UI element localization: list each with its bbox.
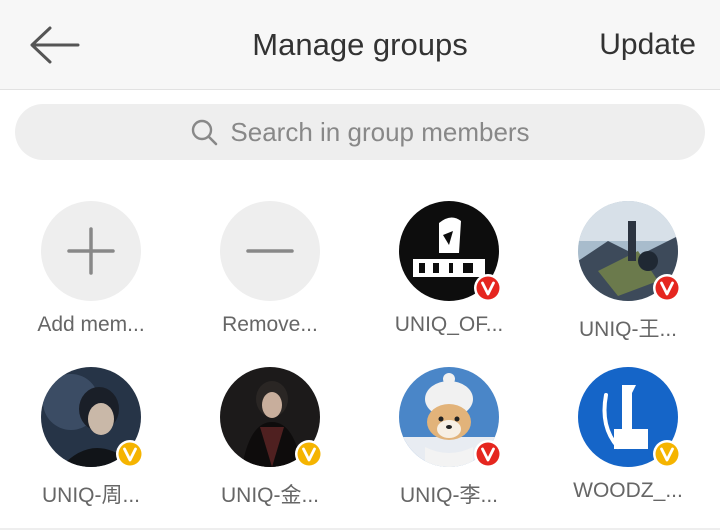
member-item[interactable]: UNIQ-李... <box>364 367 534 517</box>
member-name: UNIQ-王... <box>579 318 677 341</box>
verified-badge-icon <box>653 440 681 468</box>
add-member-button[interactable]: Add mem... <box>6 201 176 351</box>
verified-badge-icon <box>116 440 144 468</box>
verified-badge-icon <box>474 440 502 468</box>
member-grid: Add mem... Remove... UNIQ_OF... UNIQ-王..… <box>0 0 720 530</box>
add-circle <box>41 201 141 301</box>
minus-icon <box>246 249 294 253</box>
member-name: UNIQ-周... <box>42 484 140 507</box>
remove-circle <box>220 201 320 301</box>
remove-member-label: Remove... <box>222 313 318 336</box>
add-member-label: Add mem... <box>37 313 145 336</box>
member-item[interactable]: UNIQ-金... <box>185 367 355 517</box>
verified-badge-icon <box>474 274 502 302</box>
verified-badge-icon <box>295 440 323 468</box>
member-item[interactable]: WOODZ_... <box>543 367 713 517</box>
plus-icon <box>67 227 115 275</box>
member-item[interactable]: UNIQ-王... <box>543 201 713 351</box>
member-name: UNIQ-李... <box>400 484 498 507</box>
member-name: UNIQ_OF... <box>394 313 504 336</box>
verified-badge-icon <box>653 274 681 302</box>
member-name: UNIQ-金... <box>221 484 319 507</box>
remove-member-button[interactable]: Remove... <box>185 201 355 351</box>
member-name: WOODZ_... <box>573 479 683 502</box>
member-item[interactable]: UNIQ-周... <box>6 367 176 517</box>
member-item[interactable]: UNIQ_OF... <box>364 201 534 351</box>
